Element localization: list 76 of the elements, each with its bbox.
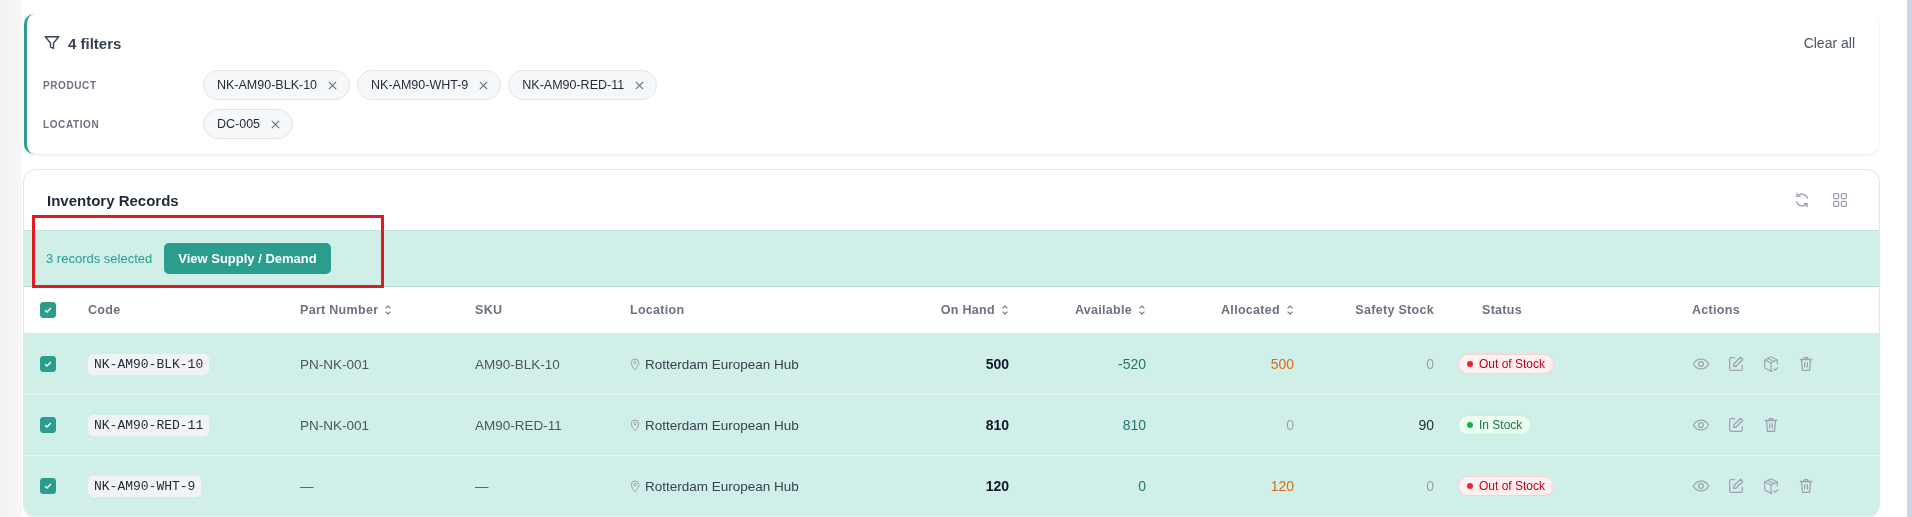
table-cell: -520 [1117,356,1146,372]
table-row[interactable]: NK-AM90-WHT-9 — — Rotterdam European Hub 120 0 120 0 Out of Stock [24,456,1879,517]
location-pin-icon [630,418,640,432]
status-badge: Out of Stock [1458,476,1555,496]
filter-chip[interactable]: DC-005 [203,109,294,139]
table-cell: Rotterdam European Hub [645,478,799,494]
table-cell: 810 [985,417,1009,433]
close-icon[interactable] [270,118,282,130]
table-cell: — [300,478,314,494]
table-cell: 90 [1418,417,1434,433]
table-cell: 0 [1138,478,1146,494]
table-cell: 120 [1270,478,1294,494]
table-cell: PN-NK-001 [300,417,370,433]
column-header: Actions [1692,303,1740,317]
close-icon[interactable] [327,79,339,91]
close-icon[interactable] [634,79,646,91]
package-icon[interactable] [1762,477,1780,495]
refresh-icon[interactable] [1793,191,1811,209]
table-cell: 0 [1426,356,1434,372]
status-badge: In Stock [1458,415,1532,435]
location-pin-icon [630,357,640,371]
filter-chip[interactable]: NK-AM90-BLK-10 [203,70,351,100]
column-header[interactable]: Available [1074,303,1146,317]
table-cell: 0 [1286,417,1294,433]
close-icon[interactable] [478,79,490,91]
table-cell: PN-NK-001 [300,356,370,372]
scrollbar[interactable] [1907,0,1912,517]
column-header: Safety Stock [1355,303,1434,317]
table-cell: AM90-BLK-10 [475,356,560,372]
edit-icon[interactable] [1727,355,1745,373]
clear-all-link[interactable]: Clear all [1803,35,1855,51]
column-header: Location [630,303,685,317]
card-title: Inventory Records [47,191,179,209]
table-cell: 500 [985,356,1009,372]
code-tag: NK-AM90-RED-11 [88,414,210,436]
column-header[interactable]: Part Number [300,303,393,317]
column-header: SKU [475,303,503,317]
table-cell: Rotterdam European Hub [645,356,799,372]
location-pin-icon [630,479,640,493]
code-tag: NK-AM90-WHT-9 [88,475,202,497]
column-header: Code [88,303,121,317]
sort-icon[interactable] [1286,304,1294,316]
eye-icon[interactable] [1692,355,1710,373]
trash-icon[interactable] [1797,477,1815,495]
table-cell: Rotterdam European Hub [645,417,799,433]
table-cell: AM90-RED-11 [475,417,562,433]
sort-icon[interactable] [1001,304,1009,316]
edit-icon[interactable] [1727,477,1745,495]
sort-icon[interactable] [1138,304,1146,316]
filter-count: 4 filters [68,34,122,52]
edit-icon[interactable] [1727,416,1745,434]
column-header[interactable]: On Hand [940,303,1009,317]
column-header[interactable]: Allocated [1221,303,1294,317]
table-cell: 810 [1122,417,1146,433]
table-cell: 500 [1270,356,1294,372]
status-badge: Out of Stock [1458,354,1555,374]
eye-icon[interactable] [1692,416,1710,434]
filter-label: LOCATION [43,118,101,130]
filter-chip[interactable]: NK-AM90-RED-11 [508,70,658,100]
filter-icon [43,34,61,52]
package-icon[interactable] [1762,355,1780,373]
table-cell: — [475,478,489,494]
sort-icon[interactable] [384,304,393,316]
trash-icon[interactable] [1797,355,1815,373]
grid-icon[interactable] [1831,191,1849,209]
eye-icon[interactable] [1692,477,1710,495]
trash-icon[interactable] [1762,416,1780,434]
table-cell: 120 [985,478,1009,494]
table-cell: 0 [1426,478,1434,494]
table-row[interactable]: NK-AM90-RED-11 PN-NK-001 AM90-RED-11 Rotterdam European Hub 810 810 0 90 In Stock [24,395,1879,456]
filter-chip[interactable]: NK-AM90-WHT-9 [357,70,502,100]
column-header: Status [1482,303,1522,317]
selection-count: 3 records selected [46,251,153,266]
table-row[interactable]: NK-AM90-BLK-10 PN-NK-001 AM90-BLK-10 Rotterdam European Hub 500 -520 500 0 Out of Stock [24,334,1879,395]
code-tag: NK-AM90-BLK-10 [88,353,210,375]
filter-label: PRODUCT [43,79,98,91]
